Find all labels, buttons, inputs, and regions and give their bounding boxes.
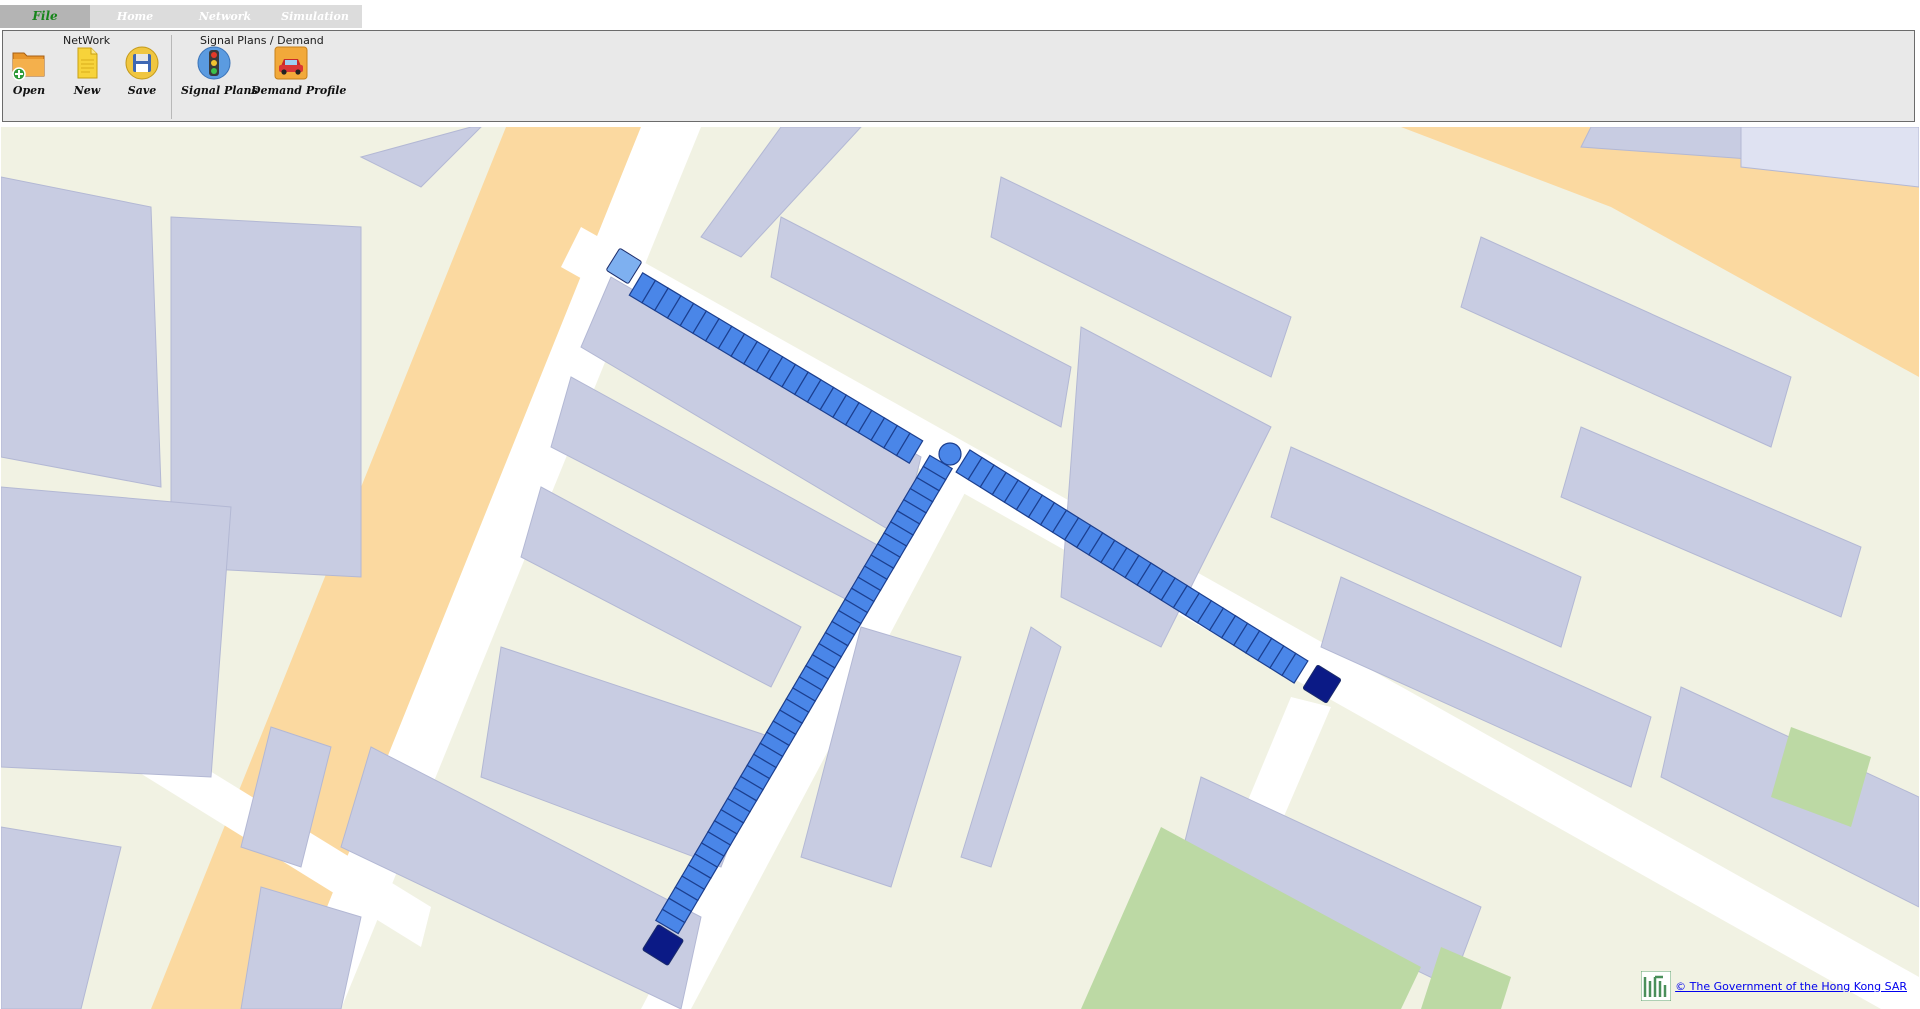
open-label: Open — [12, 84, 46, 97]
demand-profile-label: Demand Profile — [251, 84, 347, 97]
node-east[interactable] — [1302, 664, 1342, 704]
tab-network[interactable]: Network — [180, 5, 270, 28]
demand-profile-button[interactable]: Demand Profile — [251, 45, 347, 115]
car-icon — [274, 46, 308, 80]
save-button[interactable]: Save — [122, 45, 162, 115]
tab-file[interactable]: File — [0, 5, 90, 28]
group-separator — [171, 35, 172, 119]
map-canvas[interactable]: © The Government of the Hong Kong SAR — [1, 127, 1919, 1009]
itd-logo-icon — [1641, 971, 1672, 1001]
save-disk-icon — [125, 46, 159, 80]
signal-plans-label: Signal Plans — [181, 84, 258, 97]
attribution-link[interactable]: © The Government of the Hong Kong SAR — [1675, 980, 1907, 993]
open-folder-icon — [12, 52, 45, 81]
node-northwest[interactable] — [606, 248, 642, 284]
new-label: New — [73, 84, 101, 97]
map-attribution: © The Government of the Hong Kong SAR — [1641, 971, 1907, 1001]
signal-plans-button[interactable]: Signal Plans — [181, 45, 258, 115]
save-label: Save — [127, 84, 157, 97]
traffic-light-icon — [197, 46, 231, 80]
junction-node[interactable] — [938, 442, 962, 466]
open-button[interactable]: Open — [9, 45, 49, 115]
network-overlay[interactable] — [1, 127, 1919, 1009]
ribbon-panel: NetWork Signal Plans / Demand Open New S… — [2, 30, 1915, 122]
tab-home[interactable]: Home — [90, 5, 180, 28]
new-button[interactable]: New — [67, 45, 107, 115]
new-file-icon — [77, 47, 98, 79]
tab-simulation[interactable]: Simulation — [270, 5, 360, 28]
